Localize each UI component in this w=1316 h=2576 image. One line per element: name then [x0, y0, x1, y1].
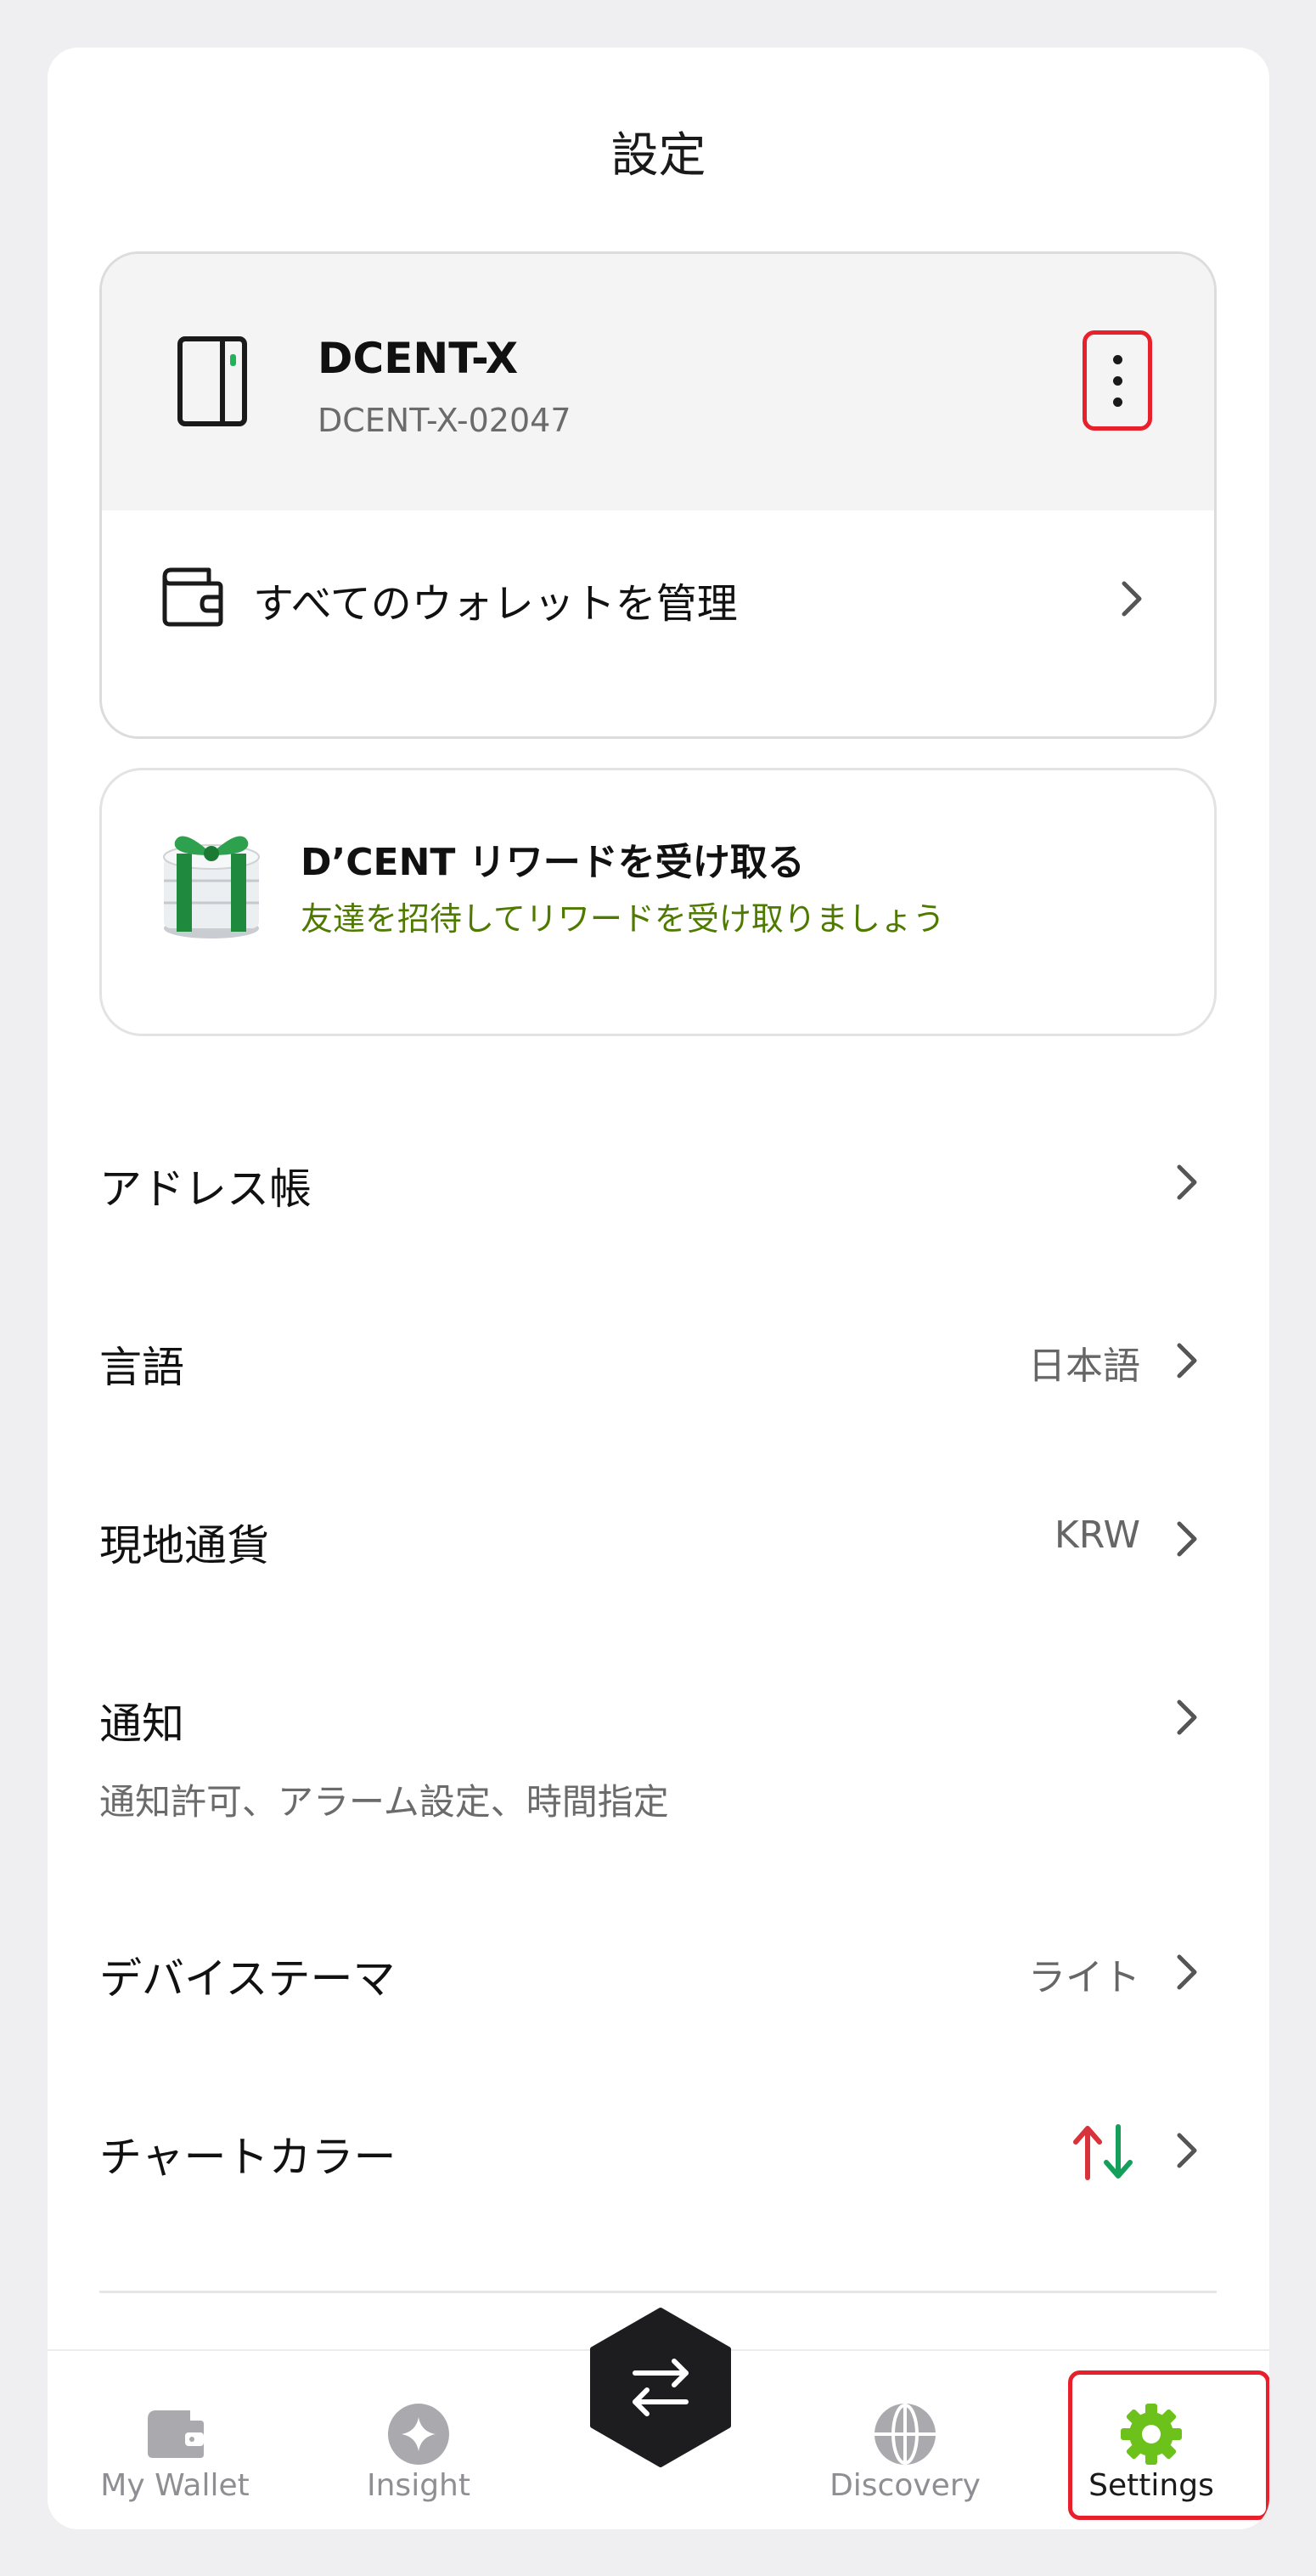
- setting-label: アドレス帳: [99, 1164, 312, 1214]
- up-down-arrows-icon: [1073, 2124, 1133, 2180]
- device-row[interactable]: DCENT-X DCENT-X-02047: [102, 254, 1214, 510]
- reward-banner[interactable]: D’CENT リワードを受け取る 友達を招待してリワードを受け取りましょう: [99, 768, 1217, 1036]
- manage-wallets-label: すべてのウォレットを管理: [253, 580, 738, 628]
- manage-wallets-row[interactable]: すべてのウォレットを管理: [102, 510, 1214, 736]
- chevron-right-icon: [1122, 581, 1142, 617]
- more-vertical-icon: [1112, 354, 1122, 364]
- more-vertical-icon-dot: [1112, 375, 1122, 386]
- settings-highlight-box: [1068, 2370, 1269, 2520]
- device-name: DCENT-X: [318, 334, 519, 383]
- nav-label: Insight: [367, 2468, 470, 2503]
- more-options-button[interactable]: [1083, 330, 1152, 431]
- device-icon: [177, 336, 247, 426]
- chevron-right-icon: [1177, 1699, 1197, 1735]
- nav-insight[interactable]: Insight: [334, 2351, 503, 2529]
- chevron-right-icon: [1177, 1164, 1197, 1200]
- wallet-icon: [148, 2410, 204, 2458]
- globe-icon: [875, 2404, 936, 2465]
- setting-description: 通知許可、アラーム設定、時間指定: [99, 1781, 669, 1823]
- settings-screen: 設定 DCENT-X DCENT-X-02047 すべてのウォレットを管理 D’…: [48, 48, 1269, 2529]
- device-id: DCENT-X-02047: [318, 402, 571, 439]
- setting-label: デバイステーマ: [99, 1954, 396, 2004]
- setting-value: KRW: [1054, 1513, 1140, 1557]
- chevron-right-icon: [1177, 2133, 1197, 2168]
- gift-icon: [163, 836, 260, 939]
- nav-label: Discovery: [830, 2468, 981, 2503]
- setting-label: 通知: [99, 1699, 184, 1749]
- divider: [99, 2291, 1217, 2293]
- setting-label: 現地通貨: [99, 1521, 269, 1570]
- more-vertical-icon-dot: [1112, 397, 1122, 407]
- chevron-right-icon: [1177, 1954, 1197, 1990]
- chevron-right-icon: [1177, 1521, 1197, 1557]
- page-title: 設定: [610, 128, 706, 183]
- nav-label: My Wallet: [100, 2468, 250, 2503]
- nav-discovery[interactable]: Discovery: [820, 2351, 990, 2529]
- sparkle-icon: [388, 2404, 449, 2465]
- chevron-right-icon: [1177, 1343, 1197, 1378]
- setting-label: チャートカラー: [99, 2133, 396, 2182]
- swap-button[interactable]: [588, 2307, 734, 2468]
- setting-value: ライト: [1028, 1956, 1140, 1999]
- device-card: DCENT-X DCENT-X-02047 すべてのウォレットを管理: [99, 251, 1217, 739]
- setting-value: 日本語: [1028, 1344, 1140, 1388]
- reward-subtitle: 友達を招待してリワードを受け取りましょう: [301, 900, 945, 938]
- nav-my-wallet[interactable]: My Wallet: [90, 2351, 260, 2529]
- wallet-icon: [162, 567, 223, 627]
- setting-label: 言語: [99, 1343, 184, 1392]
- reward-title: D’CENT リワードを受け取る: [301, 841, 805, 884]
